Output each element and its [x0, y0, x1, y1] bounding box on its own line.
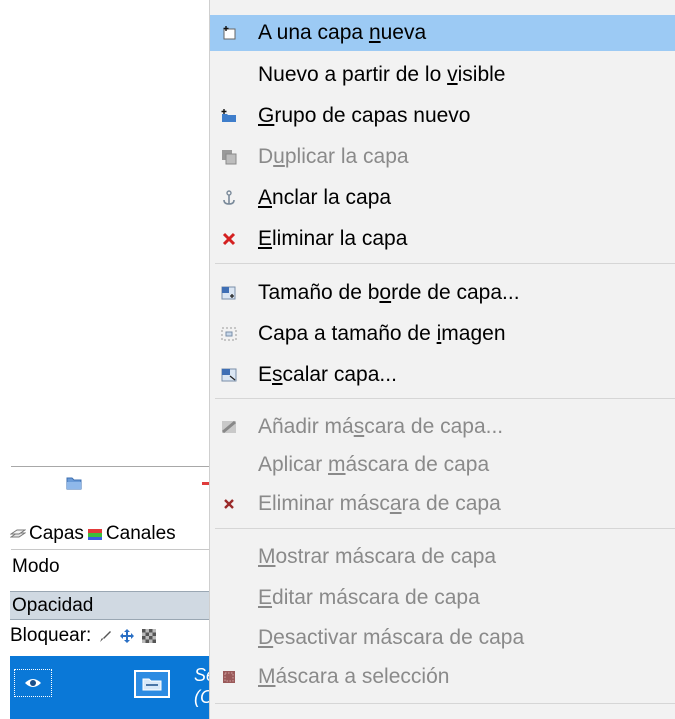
mode-label[interactable]: Modo [12, 556, 60, 578]
tabs-divider [11, 549, 211, 550]
layers-context-menu: A una capa nueva Nuevo a partir de lo vi… [209, 0, 675, 719]
checker-alpha-icon[interactable] [141, 628, 157, 644]
menu-item-label: Eliminar la capa [258, 227, 408, 250]
opacity-label: Opacidad [12, 595, 94, 616]
channels-tab-icon [87, 528, 102, 540]
mask-to-selection-icon [220, 668, 238, 686]
folder-thumbnail-icon [142, 678, 162, 691]
menu-item-add-layer-mask[interactable]: Añadir máscara de capa... [210, 409, 675, 445]
menu-item-label: Mostrar máscara de capa [258, 545, 497, 568]
layer-row-selected[interactable]: Se (C [10, 656, 216, 719]
menu-item-disable-layer-mask[interactable]: Desactivar máscara de capa [210, 620, 675, 656]
menu-separator [215, 263, 675, 264]
dock-tabs: Capas Canales [10, 520, 211, 548]
tab-layers-label: Capas [29, 523, 84, 544]
visibility-toggle[interactable] [14, 669, 52, 697]
menu-item-apply-layer-mask[interactable]: Aplicar máscara de capa [210, 447, 675, 483]
layer-to-image-size-icon [220, 325, 238, 343]
menu-item-new-from-visible[interactable]: Nuevo a partir de lo visible [210, 57, 675, 93]
menu-item-edit-layer-mask[interactable]: Editar máscara de capa [210, 580, 675, 616]
menu-item-anchor-layer[interactable]: Anclar la capa [210, 180, 675, 216]
open-document-icon[interactable] [64, 474, 84, 492]
menu-item-label: Aplicar máscara de capa [258, 453, 490, 476]
menu-item-label: Nuevo a partir de lo visible [258, 63, 506, 86]
layer-thumbnail[interactable] [134, 670, 170, 698]
menu-item-scale-layer[interactable]: Escalar capa... [210, 357, 675, 393]
menu-separator [215, 398, 675, 399]
menu-item-label: Desactivar máscara de capa [258, 626, 525, 649]
layers-tab-icon [10, 529, 26, 537]
lock-row: Bloquear: [10, 623, 157, 649]
layer-boundary-size-icon [220, 284, 238, 302]
duplicate-layer-icon [220, 148, 238, 166]
menu-item-label: A una capa nueva [258, 21, 427, 44]
scale-layer-icon [220, 366, 238, 384]
menu-item-mask-to-selection[interactable]: Máscara a selección [210, 659, 675, 695]
tab-layers[interactable]: Capas [10, 523, 84, 545]
menu-item-show-layer-mask[interactable]: Mostrar máscara de capa [210, 539, 675, 575]
menu-item-new-layer[interactable]: A una capa nueva [210, 15, 675, 51]
tab-channels-label: Canales [105, 523, 176, 544]
menu-item-layer-to-image-size[interactable]: Capa a tamaño de imagen [210, 316, 675, 352]
menu-item-layer-boundary-size[interactable]: Tamaño de borde de capa... [210, 275, 675, 311]
menu-item-duplicate-layer[interactable]: Duplicar la capa [210, 139, 675, 175]
add-mask-icon [220, 418, 238, 436]
paint-brush-icon[interactable] [97, 628, 113, 644]
new-layer-group-icon [220, 107, 238, 125]
menu-item-label: Tamaño de borde de capa... [258, 281, 520, 304]
anchor-icon [220, 189, 238, 207]
delete-mask-x-icon [220, 495, 238, 513]
menu-item-label: Duplicar la capa [258, 145, 409, 168]
menu-separator [215, 703, 675, 704]
menu-separator [215, 528, 675, 529]
menu-item-label: Anclar la capa [258, 186, 392, 209]
menu-item-label: Grupo de capas nuevo [258, 104, 471, 127]
panel-divider [11, 466, 211, 467]
menu-item-label: Eliminar máscara de capa [258, 492, 501, 515]
menu-item-label: Editar máscara de capa [258, 586, 480, 609]
menu-item-label: Escalar capa... [258, 363, 397, 386]
delete-red-x-icon [220, 230, 238, 248]
new-layer-icon [220, 24, 238, 42]
menu-item-label: Capa a tamaño de imagen [258, 322, 506, 345]
tab-channels[interactable]: Canales [87, 523, 176, 545]
menu-item-new-layer-group[interactable]: Grupo de capas nuevo [210, 98, 675, 134]
lock-label: Bloquear: [10, 625, 92, 646]
menu-item-delete-layer[interactable]: Eliminar la capa [210, 221, 675, 257]
menu-item-label: Añadir máscara de capa... [258, 415, 504, 438]
menu-item-delete-layer-mask[interactable]: Eliminar máscara de capa [210, 486, 675, 522]
opacity-slider[interactable]: Opacidad [10, 591, 211, 620]
eye-icon [25, 679, 41, 687]
menu-item-label: Máscara a selección [258, 665, 450, 688]
move-arrows-icon[interactable] [119, 628, 135, 644]
